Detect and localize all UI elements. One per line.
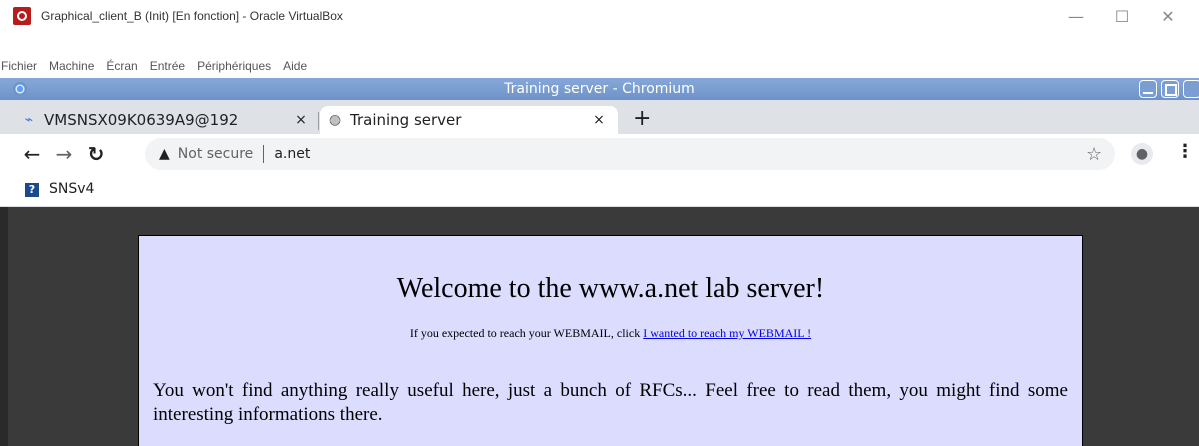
profile-avatar-icon[interactable]: ● (1131, 143, 1153, 165)
tab-label: Training server (350, 111, 462, 129)
tab-vmsnsx[interactable]: ⌁ VMSNSX09K0639A9@192 × (14, 106, 320, 134)
question-icon: ? (25, 183, 39, 197)
new-tab-button[interactable]: + (633, 108, 651, 130)
menu-kebab-icon[interactable]: ⋮ (1176, 141, 1194, 162)
bookmark-star-icon[interactable]: ☆ (1086, 144, 1102, 165)
welcome-panel: Welcome to the www.a.net lab server! If … (138, 235, 1083, 446)
minimize-button[interactable]: — (1053, 0, 1099, 32)
menu-ecran[interactable]: Écran (106, 59, 137, 73)
chromium-window-title: Training server - Chromium (504, 81, 695, 97)
menu-peripheriques[interactable]: Périphériques (197, 59, 271, 73)
virtualbox-titlebar: Graphical_client_B (Init) [En fonction] … (0, 0, 1199, 32)
chromium-window: Training server - Chromium ⌁ VMSNSX09K06… (0, 78, 1199, 446)
tab-strip: ⌁ VMSNSX09K0639A9@192 × ◍ Training serve… (0, 100, 1199, 134)
menu-machine[interactable]: Machine (49, 59, 94, 73)
close-button[interactable]: ✕ (1145, 0, 1191, 32)
forward-button[interactable]: → (52, 142, 76, 166)
chromium-titlebar: Training server - Chromium (0, 78, 1199, 100)
menu-fichier[interactable]: Fichier (1, 59, 37, 73)
menu-aide[interactable]: Aide (283, 59, 307, 73)
chromium-logo-icon (13, 82, 27, 96)
menu-entree[interactable]: Entrée (150, 59, 185, 73)
guest-minimize-button[interactable] (1139, 80, 1157, 98)
warning-icon[interactable]: ▲ (159, 146, 170, 162)
virtualbox-app-icon (13, 7, 31, 25)
url-text[interactable]: a.net (274, 146, 310, 162)
tab-close-button[interactable]: × (290, 112, 312, 128)
webmail-link[interactable]: I wanted to reach my WEBMAIL ! (643, 326, 811, 340)
webmail-notice: If you expected to reach your WEBMAIL, c… (139, 326, 1082, 341)
viewport-edge (0, 207, 8, 446)
bookmark-snsv4[interactable]: SNSv4 (49, 181, 94, 197)
virtualbox-window-title: Graphical_client_B (Init) [En fonction] … (41, 9, 343, 23)
page-viewport: Welcome to the www.a.net lab server! If … (0, 207, 1199, 446)
guest-maximize-button[interactable] (1161, 80, 1179, 98)
reload-button[interactable]: ↻ (84, 142, 108, 166)
maximize-button[interactable]: ☐ (1099, 0, 1145, 32)
browser-toolbar: ← → ↻ ▲ Not secure a.net ☆ ● ⋮ (0, 134, 1199, 174)
globe-icon: ◍ (328, 112, 342, 128)
tab-training-server[interactable]: ◍ Training server × (320, 106, 618, 134)
intro-paragraph: You won't find anything really useful he… (153, 380, 1068, 425)
guest-close-button[interactable] (1183, 80, 1199, 98)
address-divider (263, 145, 265, 163)
security-status[interactable]: Not secure (178, 146, 254, 162)
back-button[interactable]: ← (20, 142, 44, 166)
virtualbox-menubar: Fichier Machine Écran Entrée Périphériqu… (0, 55, 307, 77)
activity-icon: ⌁ (24, 112, 34, 128)
webmail-notice-text: If you expected to reach your WEBMAIL, c… (409, 326, 641, 340)
bookmarks-bar: ? SNSv4 (0, 174, 1199, 207)
tab-close-button[interactable]: × (588, 112, 610, 128)
tab-divider (318, 112, 319, 130)
page-title: Welcome to the www.a.net lab server! (396, 273, 825, 304)
tab-label: VMSNSX09K0639A9@192 (44, 111, 239, 129)
address-bar[interactable]: ▲ Not secure a.net (145, 138, 1115, 170)
